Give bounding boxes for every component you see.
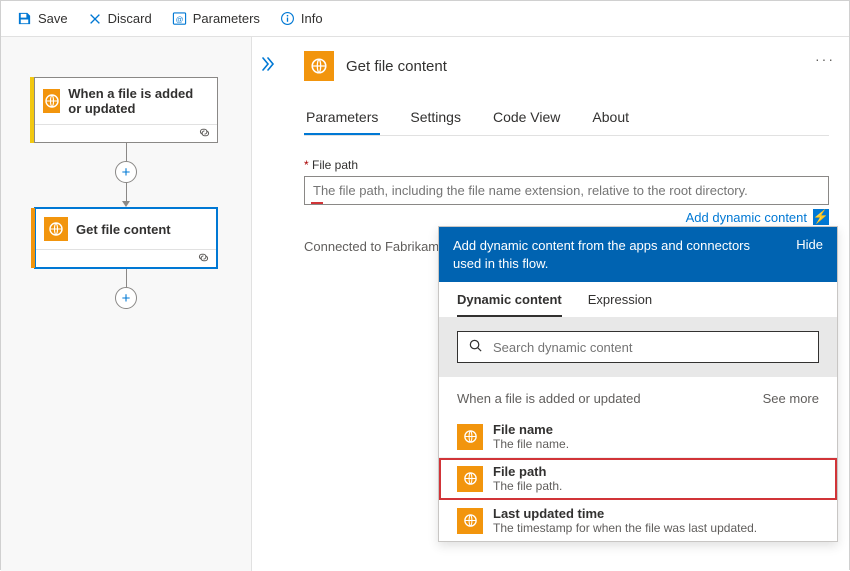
- link-icon: [197, 251, 210, 267]
- file-path-label: * File path: [304, 158, 829, 172]
- trigger-node[interactable]: When a file is added or updated: [34, 77, 218, 143]
- info-label: Info: [301, 11, 323, 26]
- dc-item-desc: The file name.: [493, 437, 569, 451]
- ftp-icon: [457, 508, 483, 534]
- dc-item-title: File path: [493, 464, 562, 479]
- connector-end: +: [1, 269, 251, 309]
- dynamic-content-popup: Add dynamic content from the apps and co…: [438, 226, 838, 542]
- save-button[interactable]: Save: [7, 7, 78, 30]
- lightning-icon[interactable]: ⚡: [813, 209, 829, 225]
- svg-text:@: @: [175, 15, 183, 24]
- link-icon: [198, 126, 211, 142]
- connector: +: [1, 143, 251, 207]
- ftp-icon: [457, 466, 483, 492]
- tab-about[interactable]: About: [590, 109, 631, 135]
- discard-button[interactable]: Discard: [78, 7, 162, 30]
- tab-settings[interactable]: Settings: [408, 109, 463, 135]
- add-step-button[interactable]: +: [115, 161, 137, 183]
- dc-item-title: File name: [493, 422, 569, 437]
- popup-banner-text: Add dynamic content from the apps and co…: [453, 237, 753, 272]
- trigger-accent-bar: [30, 77, 34, 143]
- add-dynamic-content-link[interactable]: Add dynamic content: [686, 210, 807, 225]
- action-accent-bar: [31, 208, 35, 268]
- discard-icon: [88, 12, 102, 26]
- toolbar: Save Discard @ Parameters Info: [1, 1, 849, 37]
- dc-item-file-path[interactable]: File path The file path.: [439, 458, 837, 500]
- search-box[interactable]: [457, 331, 819, 363]
- dc-item-desc: The file path.: [493, 479, 562, 493]
- popup-tab-dynamic-content[interactable]: Dynamic content: [457, 292, 562, 317]
- ftp-icon: [43, 89, 60, 113]
- action-title: Get file content: [76, 222, 171, 237]
- designer-canvas[interactable]: When a file is added or updated + Get fi…: [1, 37, 251, 571]
- ftp-icon: [304, 51, 334, 81]
- popup-tabs: Dynamic content Expression: [439, 282, 837, 317]
- discard-label: Discard: [108, 11, 152, 26]
- see-more-link[interactable]: See more: [763, 391, 819, 406]
- trigger-footer: [35, 124, 217, 142]
- info-button[interactable]: Info: [270, 7, 333, 30]
- dc-section-title: When a file is added or updated: [457, 391, 641, 406]
- ftp-icon: [457, 424, 483, 450]
- add-step-button-end[interactable]: +: [115, 287, 137, 309]
- trigger-title: When a file is added or updated: [68, 86, 209, 116]
- search-input[interactable]: [493, 340, 808, 355]
- file-path-input[interactable]: [304, 176, 829, 205]
- detail-title: Get file content: [346, 58, 447, 75]
- dc-item-file-name[interactable]: File name The file name.: [439, 416, 837, 458]
- action-footer: [36, 249, 216, 267]
- tab-code-view[interactable]: Code View: [491, 109, 562, 135]
- spell-underline: [311, 202, 323, 204]
- ftp-icon: [44, 217, 68, 241]
- dc-item-last-updated[interactable]: Last updated time The timestamp for when…: [439, 500, 837, 541]
- info-icon: [280, 11, 295, 26]
- detail-tabs: Parameters Settings Code View About: [304, 109, 829, 136]
- search-icon: [468, 338, 483, 356]
- dc-item-title: Last updated time: [493, 506, 757, 521]
- action-node[interactable]: Get file content: [34, 207, 218, 269]
- popup-tab-expression[interactable]: Expression: [588, 292, 652, 317]
- hide-popup-link[interactable]: Hide: [796, 237, 823, 252]
- parameters-button[interactable]: @ Parameters: [162, 7, 270, 30]
- parameters-icon: @: [172, 11, 187, 26]
- save-label: Save: [38, 11, 68, 26]
- save-icon: [17, 11, 32, 26]
- tab-parameters[interactable]: Parameters: [304, 109, 380, 135]
- dc-item-desc: The timestamp for when the file was last…: [493, 521, 757, 535]
- parameters-label: Parameters: [193, 11, 260, 26]
